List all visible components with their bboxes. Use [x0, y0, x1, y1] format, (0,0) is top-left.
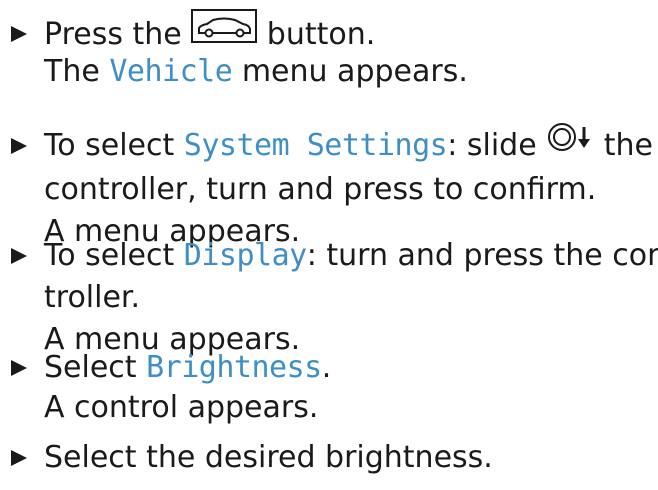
- step-4-line-1: Select Brightness.: [44, 350, 332, 385]
- bullet-arrow-icon: [11, 138, 27, 154]
- step-3-line-2: troller.: [44, 280, 141, 315]
- step-2-line-2: controller, turn and press to confirm.: [44, 172, 597, 207]
- step-3-line-1: To select Display: turn and press the co…: [44, 238, 658, 273]
- bullet-arrow-icon: [11, 450, 27, 466]
- menu-name-system-settings: System Settings: [183, 128, 448, 163]
- menu-name-display: Display: [183, 238, 307, 273]
- step-1-line-2: The Vehicle menu appears.: [44, 54, 468, 89]
- menu-name-vehicle: Vehicle: [109, 54, 233, 89]
- step-5-line-1: Select the desired brightness.: [44, 440, 493, 475]
- step-4-line-2: A control appears.: [44, 390, 319, 425]
- bullet-arrow-icon: [11, 248, 27, 264]
- step-2-line-1: To select System Settings: slide the: [44, 121, 653, 169]
- bullet-arrow-icon: [11, 360, 27, 376]
- bullet-arrow-icon: [11, 26, 27, 42]
- car-icon: [191, 9, 258, 56]
- menu-name-brightness: Brightness: [146, 350, 322, 385]
- controller-slide-down-icon: [546, 121, 594, 166]
